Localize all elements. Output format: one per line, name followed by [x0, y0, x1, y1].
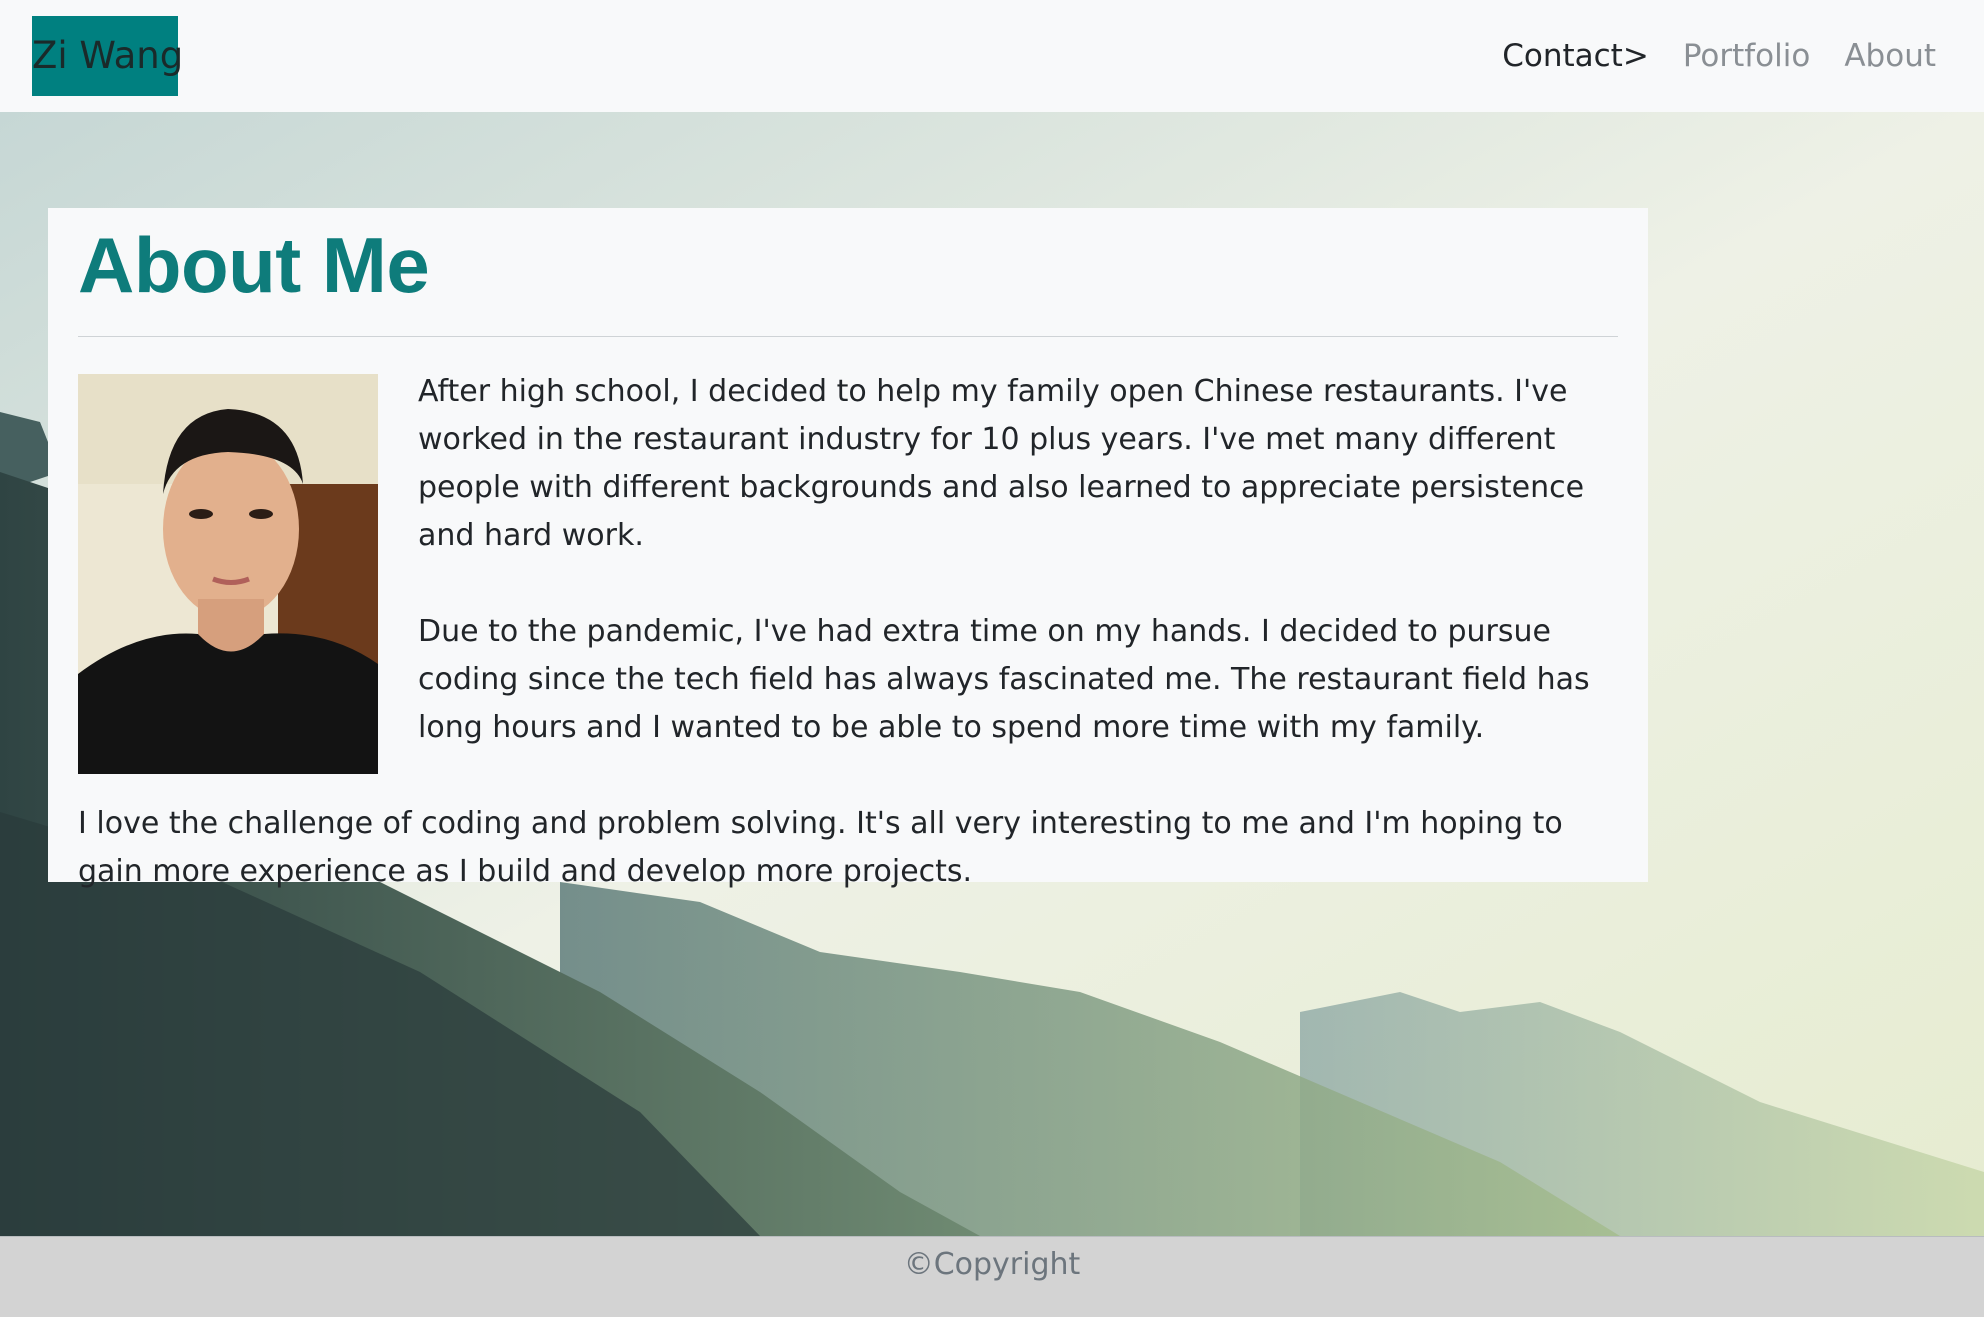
navbar: Zi Wang Contact> Portfolio About — [0, 0, 1984, 112]
nav-link-portfolio[interactable]: Portfolio — [1683, 38, 1811, 74]
copyright-text: ©Copyright — [903, 1247, 1081, 1282]
profile-photo — [78, 374, 378, 774]
page-title: About Me — [78, 221, 430, 309]
nav-links: Contact> Portfolio About — [1468, 0, 1936, 112]
about-text: After high school, I decided to help my … — [78, 368, 1618, 896]
title-divider — [78, 336, 1618, 337]
about-card: About Me After high school, I decided to… — [48, 208, 1648, 889]
brand-link[interactable]: Zi Wang — [32, 16, 183, 96]
nav-link-about[interactable]: About — [1844, 38, 1936, 74]
about-paragraph-3: I love the challenge of coding and probl… — [78, 806, 1563, 889]
footer: ©Copyright — [0, 1236, 1984, 1317]
nav-link-contact[interactable]: Contact> — [1502, 38, 1649, 74]
